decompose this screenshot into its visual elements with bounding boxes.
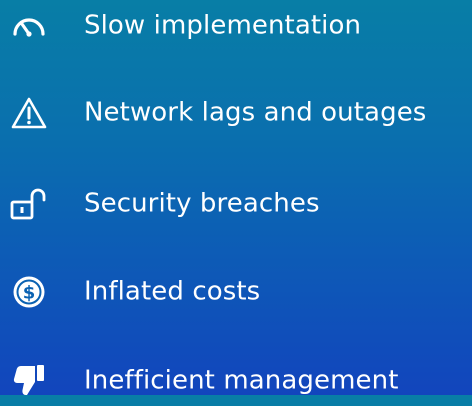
speedometer-icon [8, 5, 50, 47]
unlocked-padlock-icon [8, 183, 50, 225]
list-item-label: Security breaches [84, 188, 320, 219]
list-item: Slow implementation [0, 1, 472, 51]
problem-list: Slow implementation Network lags and out… [0, 0, 472, 395]
list-item-label: Slow implementation [84, 10, 362, 41]
thumbs-down-icon [8, 360, 50, 402]
svg-text:$: $ [23, 283, 36, 304]
list-item: $ Inflated costs [0, 267, 472, 317]
list-item: Security breaches [0, 179, 472, 229]
list-item: Inefficient management [0, 356, 472, 406]
list-item: Network lags and outages [0, 88, 472, 138]
list-item-label: Inefficient management [84, 365, 399, 396]
list-item-label: Network lags and outages [84, 97, 427, 128]
warning-icon [8, 92, 50, 134]
dollar-coin-icon: $ [8, 271, 50, 313]
list-item-label: Inflated costs [84, 276, 261, 307]
